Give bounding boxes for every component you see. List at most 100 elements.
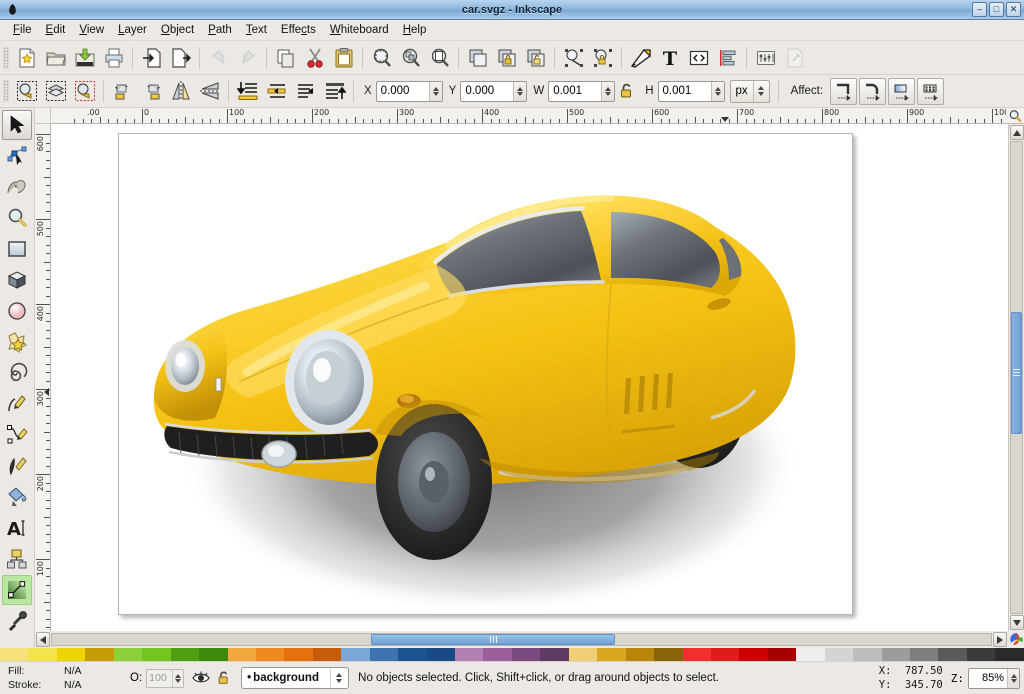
layer-selector[interactable]: • background [241, 667, 349, 689]
select-all-icon[interactable] [13, 78, 40, 105]
palette-swatch[interactable] [683, 648, 711, 661]
text-tool-icon[interactable] [627, 44, 654, 71]
palette-swatch[interactable] [427, 648, 455, 661]
x-field[interactable] [376, 81, 443, 102]
eye-icon[interactable] [190, 667, 212, 689]
palette-swatch[interactable] [654, 648, 682, 661]
unlocked-padlock-icon[interactable] [616, 78, 638, 105]
toolbar-grip[interactable] [3, 80, 9, 102]
palette-swatch[interactable] [341, 648, 369, 661]
document-page[interactable] [118, 133, 853, 615]
vertical-scrollbar[interactable] [1008, 124, 1024, 631]
y-input[interactable] [461, 82, 513, 101]
y-field[interactable] [460, 81, 527, 102]
menu-whiteboard[interactable]: Whiteboard [323, 22, 396, 38]
lower-to-bottom-icon[interactable] [234, 78, 261, 105]
affect-patterns-icon[interactable] [917, 78, 944, 105]
maximize-button[interactable]: □ [989, 2, 1004, 17]
palette-swatch[interactable] [910, 648, 938, 661]
ellipse-tool[interactable] [2, 296, 32, 326]
palette-swatch[interactable] [882, 648, 910, 661]
palette-swatch[interactable] [228, 648, 256, 661]
ungroup-icon[interactable] [522, 44, 549, 71]
padlock-icon[interactable] [214, 667, 234, 689]
affect-rounded-corners-icon[interactable] [859, 78, 886, 105]
palette-swatch[interactable] [455, 648, 483, 661]
tweak-tool[interactable] [2, 172, 32, 202]
affect-gradients-icon[interactable] [888, 78, 915, 105]
rectangle-tool[interactable] [2, 234, 32, 264]
menu-object[interactable]: Object [154, 22, 201, 38]
palette-swatch[interactable] [796, 648, 824, 661]
palette-swatch[interactable] [284, 648, 312, 661]
w-field[interactable] [548, 81, 615, 102]
palette-swatch[interactable] [28, 648, 56, 661]
palette-swatch[interactable] [825, 648, 853, 661]
close-button[interactable]: ✕ [1006, 2, 1021, 17]
group-icon[interactable] [493, 44, 520, 71]
palette-swatch[interactable] [938, 648, 966, 661]
palette-swatch[interactable] [57, 648, 85, 661]
calligraphy-tool[interactable] [2, 451, 32, 481]
palette-swatch[interactable] [370, 648, 398, 661]
import-icon[interactable] [138, 44, 165, 71]
raise-to-top-icon[interactable] [321, 78, 348, 105]
raise-icon[interactable] [292, 78, 319, 105]
scroll-up-button[interactable] [1010, 125, 1024, 140]
zoom-field[interactable] [968, 668, 1020, 689]
units-selector[interactable]: px [730, 80, 770, 103]
palette-swatch[interactable] [483, 648, 511, 661]
palette-swatch[interactable] [768, 648, 796, 661]
cut-icon[interactable] [301, 44, 328, 71]
scroll-right-button[interactable] [993, 632, 1007, 647]
menu-path[interactable]: Path [201, 22, 239, 38]
menu-layer[interactable]: Layer [111, 22, 154, 38]
zoom-selection-icon[interactable] [368, 44, 395, 71]
drawing-canvas[interactable] [51, 124, 1008, 631]
menu-view[interactable]: View [72, 22, 111, 38]
y-stepper[interactable] [513, 82, 526, 101]
object-fill-stroke-icon[interactable] [560, 44, 587, 71]
rotate-cw-icon[interactable] [138, 78, 165, 105]
copy-icon[interactable] [272, 44, 299, 71]
horizontal-scroll-thumb[interactable] [371, 634, 615, 645]
affect-stroke-width-icon[interactable] [830, 78, 857, 105]
export-icon[interactable] [167, 44, 194, 71]
box3d-tool[interactable] [2, 265, 32, 295]
toolbar-grip[interactable] [3, 47, 9, 69]
paintbucket-tool[interactable] [2, 482, 32, 512]
vertical-scroll-track[interactable] [1010, 141, 1023, 614]
zoom-drawing-icon[interactable] [397, 44, 424, 71]
menu-help[interactable]: Help [396, 22, 434, 38]
zoom-stepper[interactable] [1007, 669, 1019, 688]
palette-swatch[interactable] [853, 648, 881, 661]
palette-swatch[interactable] [967, 648, 995, 661]
gradient-tool[interactable] [2, 575, 32, 605]
vertical-scroll-thumb[interactable] [1011, 312, 1022, 434]
opacity-stepper[interactable] [172, 670, 183, 687]
w-stepper[interactable] [601, 82, 614, 101]
opacity-input[interactable] [147, 670, 172, 687]
palette-swatch[interactable] [256, 648, 284, 661]
document-properties-icon[interactable] [781, 44, 808, 71]
x-stepper[interactable] [429, 82, 442, 101]
deselect-icon[interactable] [71, 78, 98, 105]
palette-swatch[interactable] [398, 648, 426, 661]
fill-stroke-indicator[interactable]: Fill: N/A Stroke: N/A [4, 664, 122, 692]
menu-edit[interactable]: Edit [39, 22, 73, 38]
selector-tool[interactable] [2, 110, 32, 140]
node-editor-tool[interactable] [2, 141, 32, 171]
x-input[interactable] [377, 82, 429, 101]
yellow-sports-car-illustration[interactable] [119, 134, 852, 614]
xml-editor-icon[interactable] [685, 44, 712, 71]
palette-swatch[interactable] [569, 648, 597, 661]
paste-icon[interactable] [330, 44, 357, 71]
star-tool[interactable] [2, 327, 32, 357]
lower-icon[interactable] [263, 78, 290, 105]
palette-swatch[interactable] [711, 648, 739, 661]
print-document-icon[interactable] [100, 44, 127, 71]
minimize-button[interactable]: – [972, 2, 987, 17]
spiral-tool[interactable] [2, 358, 32, 388]
h-input[interactable] [659, 82, 711, 101]
connector-tool[interactable] [2, 544, 32, 574]
